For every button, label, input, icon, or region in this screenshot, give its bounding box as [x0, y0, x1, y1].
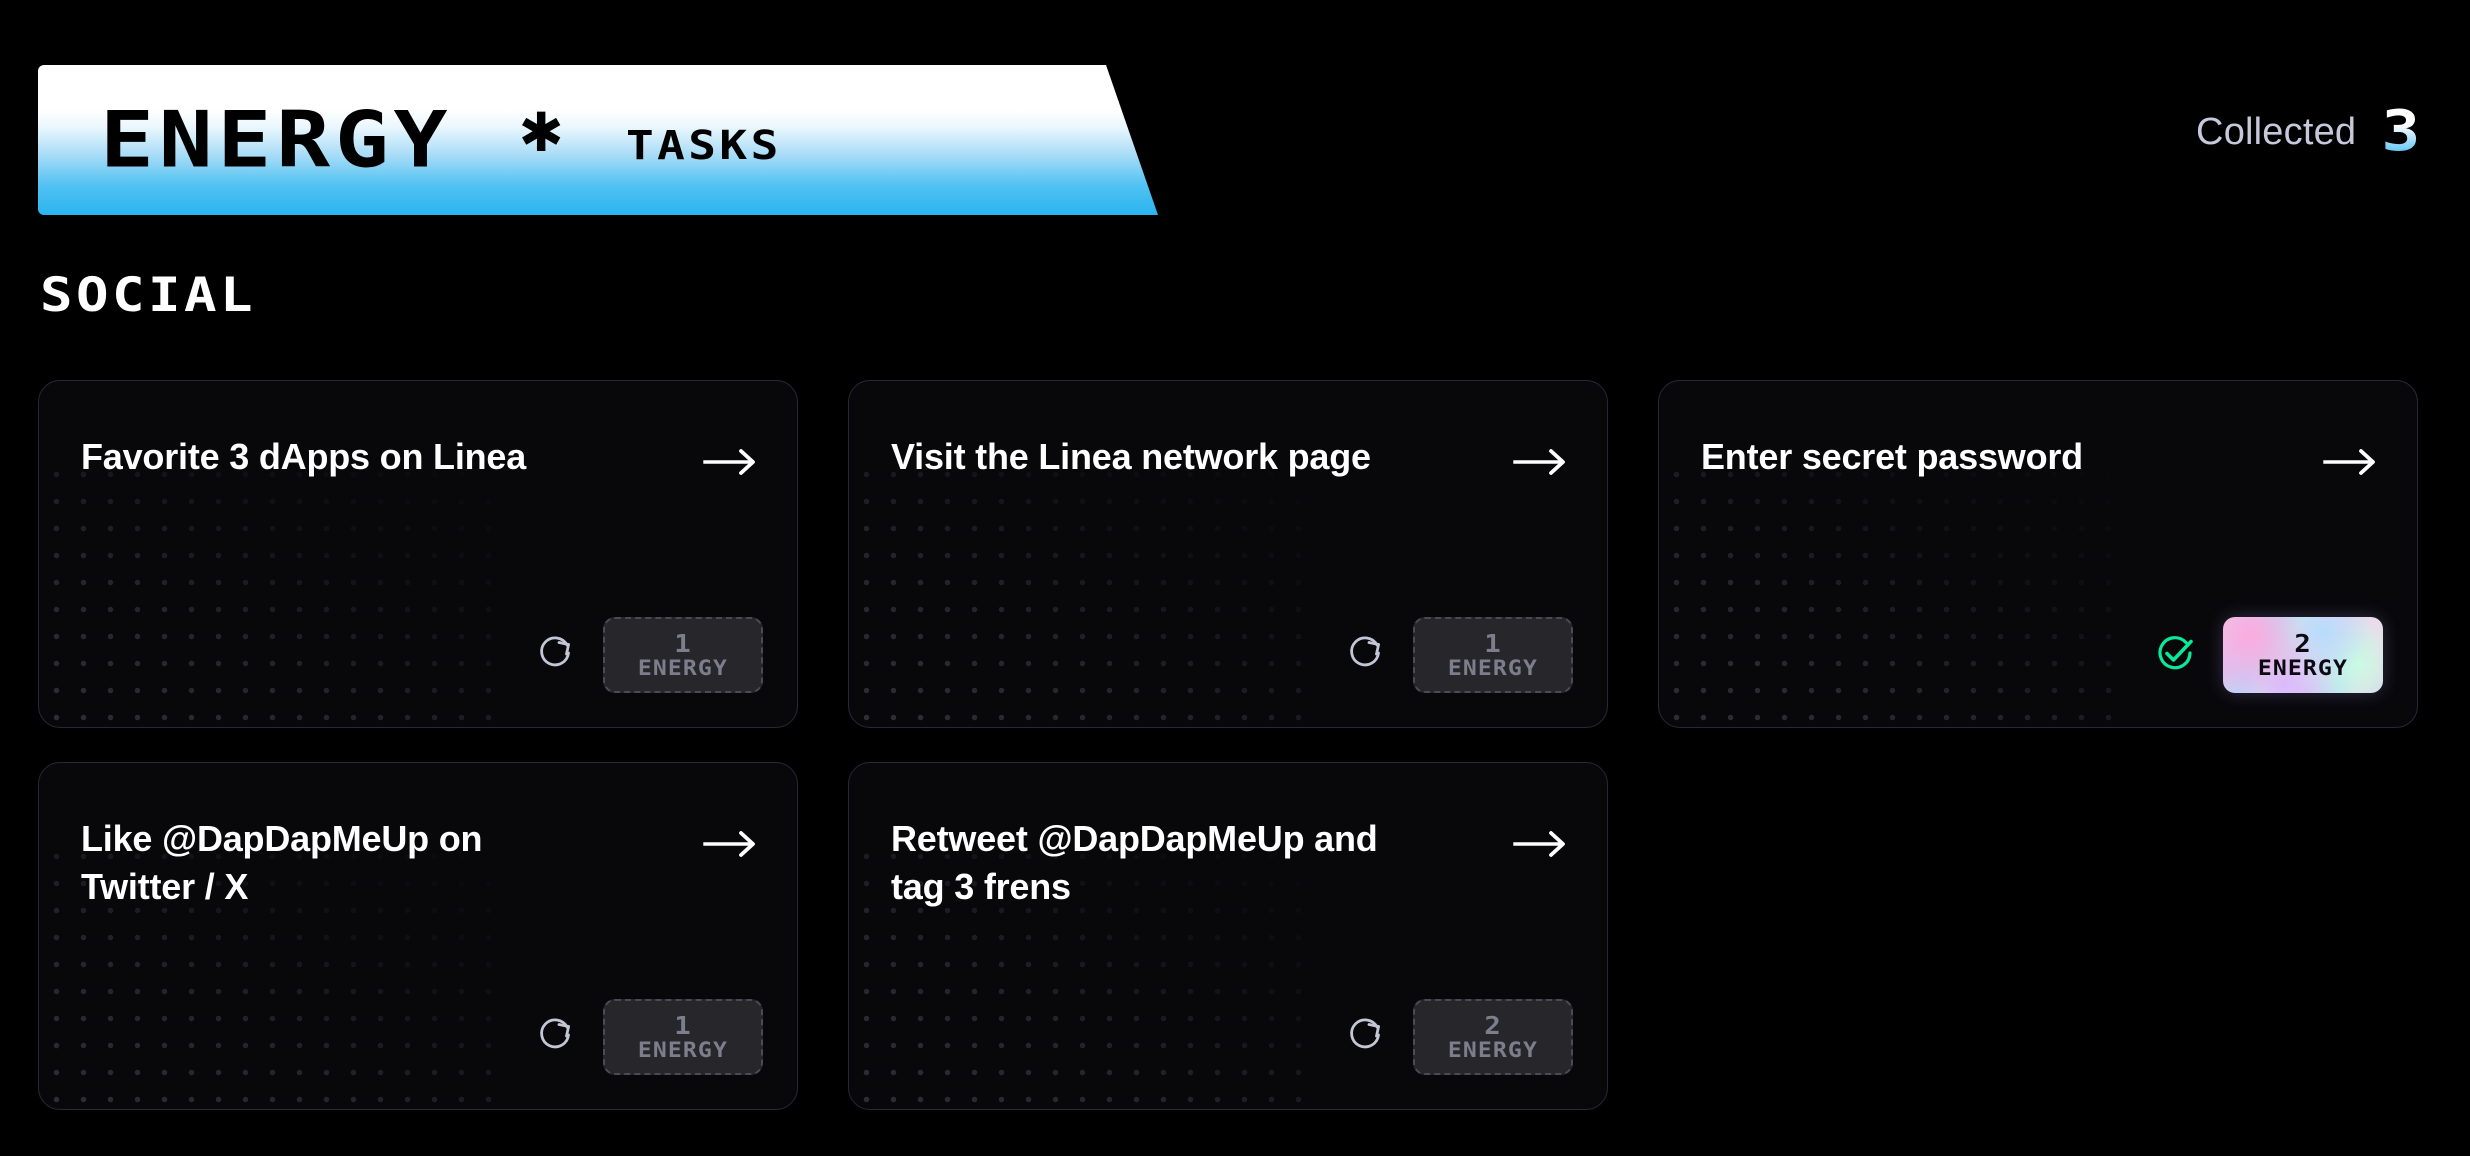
- task-card-grid: Favorite 3 dApps on Linea 1 ENERGY Visit…: [38, 380, 2418, 1110]
- task-title: Like @DapDapMeUp on Twitter / X: [81, 818, 483, 907]
- energy-unit-label: ENERGY: [637, 1038, 729, 1062]
- halftone-dot-pattern: [39, 457, 509, 727]
- energy-reward-badge: 2 ENERGY: [1413, 999, 1573, 1075]
- task-card-footer: 1 ENERGY: [535, 617, 763, 693]
- logo-tasks-wordmark: TASKS: [625, 123, 782, 169]
- logo-energy-wordmark: ENERGY: [100, 94, 453, 185]
- energy-reward-badge: 1 ENERGY: [1413, 617, 1573, 693]
- collected-label: Collected: [2196, 110, 2357, 153]
- arrow-right-icon[interactable]: [703, 827, 759, 866]
- arrow-right-icon[interactable]: [2323, 445, 2379, 484]
- energy-unit-label: ENERGY: [637, 656, 729, 680]
- task-card[interactable]: Visit the Linea network page 1 ENERGY: [848, 380, 1608, 728]
- energy-unit-label: ENERGY: [1447, 1038, 1539, 1062]
- refresh-icon[interactable]: [1345, 632, 1387, 679]
- refresh-icon[interactable]: [535, 632, 577, 679]
- task-title: Visit the Linea network page: [891, 436, 1371, 477]
- task-card-footer: 1 ENERGY: [535, 999, 763, 1075]
- energy-amount: 1: [674, 629, 692, 658]
- refresh-icon[interactable]: [1345, 1014, 1387, 1061]
- asterisk-icon: ✱: [518, 101, 564, 164]
- check-circle-icon: [2153, 631, 2197, 680]
- task-title: Enter secret password: [1701, 436, 2083, 477]
- energy-amount: 1: [674, 1011, 692, 1040]
- energy-amount: 2: [2294, 629, 2312, 658]
- halftone-dot-pattern: [849, 457, 1319, 727]
- task-card-header: Retweet @DapDapMeUp and tag 3 frens: [849, 763, 1607, 910]
- energy-reward-badge-completed: 2 ENERGY: [2223, 617, 2383, 693]
- task-card[interactable]: Retweet @DapDapMeUp and tag 3 frens 2 EN…: [848, 762, 1608, 1110]
- energy-unit-label: ENERGY: [2257, 656, 2349, 680]
- task-card[interactable]: Favorite 3 dApps on Linea 1 ENERGY: [38, 380, 798, 728]
- collected-count-value: 3: [2381, 99, 2421, 164]
- energy-reward-badge: 1 ENERGY: [603, 617, 763, 693]
- arrow-right-icon[interactable]: [1513, 445, 1569, 484]
- energy-amount: 2: [1484, 1011, 1502, 1040]
- task-card-footer: 2 ENERGY: [1345, 999, 1573, 1075]
- task-title: Retweet @DapDapMeUp and tag 3 frens: [891, 818, 1378, 907]
- task-card-footer: 2 ENERGY: [2153, 617, 2383, 693]
- energy-amount: 1: [1484, 629, 1502, 658]
- task-card-footer: 1 ENERGY: [1345, 617, 1573, 693]
- task-card-header: Like @DapDapMeUp on Twitter / X: [39, 763, 797, 910]
- arrow-right-icon[interactable]: [703, 445, 759, 484]
- task-card[interactable]: Enter secret password 2 ENERGY: [1658, 380, 2418, 728]
- energy-tasks-banner: ENERGY ✱ TASKS: [38, 65, 1158, 215]
- page-header: ENERGY ✱ TASKS Collected 3: [0, 0, 2470, 230]
- arrow-right-icon[interactable]: [1513, 827, 1569, 866]
- banner-content: ENERGY ✱ TASKS: [38, 65, 1158, 215]
- task-card-header: Favorite 3 dApps on Linea: [39, 381, 797, 484]
- task-card-header: Visit the Linea network page: [849, 381, 1607, 484]
- task-card[interactable]: Like @DapDapMeUp on Twitter / X 1 ENERGY: [38, 762, 798, 1110]
- refresh-icon[interactable]: [535, 1014, 577, 1061]
- collected-counter: Collected 3: [2196, 99, 2421, 164]
- halftone-dot-pattern: [1659, 457, 2129, 727]
- energy-unit-label: ENERGY: [1447, 656, 1539, 680]
- energy-reward-badge: 1 ENERGY: [603, 999, 763, 1075]
- section-title-social: SOCIAL: [40, 268, 256, 323]
- task-card-header: Enter secret password: [1659, 381, 2417, 484]
- task-title: Favorite 3 dApps on Linea: [81, 436, 527, 477]
